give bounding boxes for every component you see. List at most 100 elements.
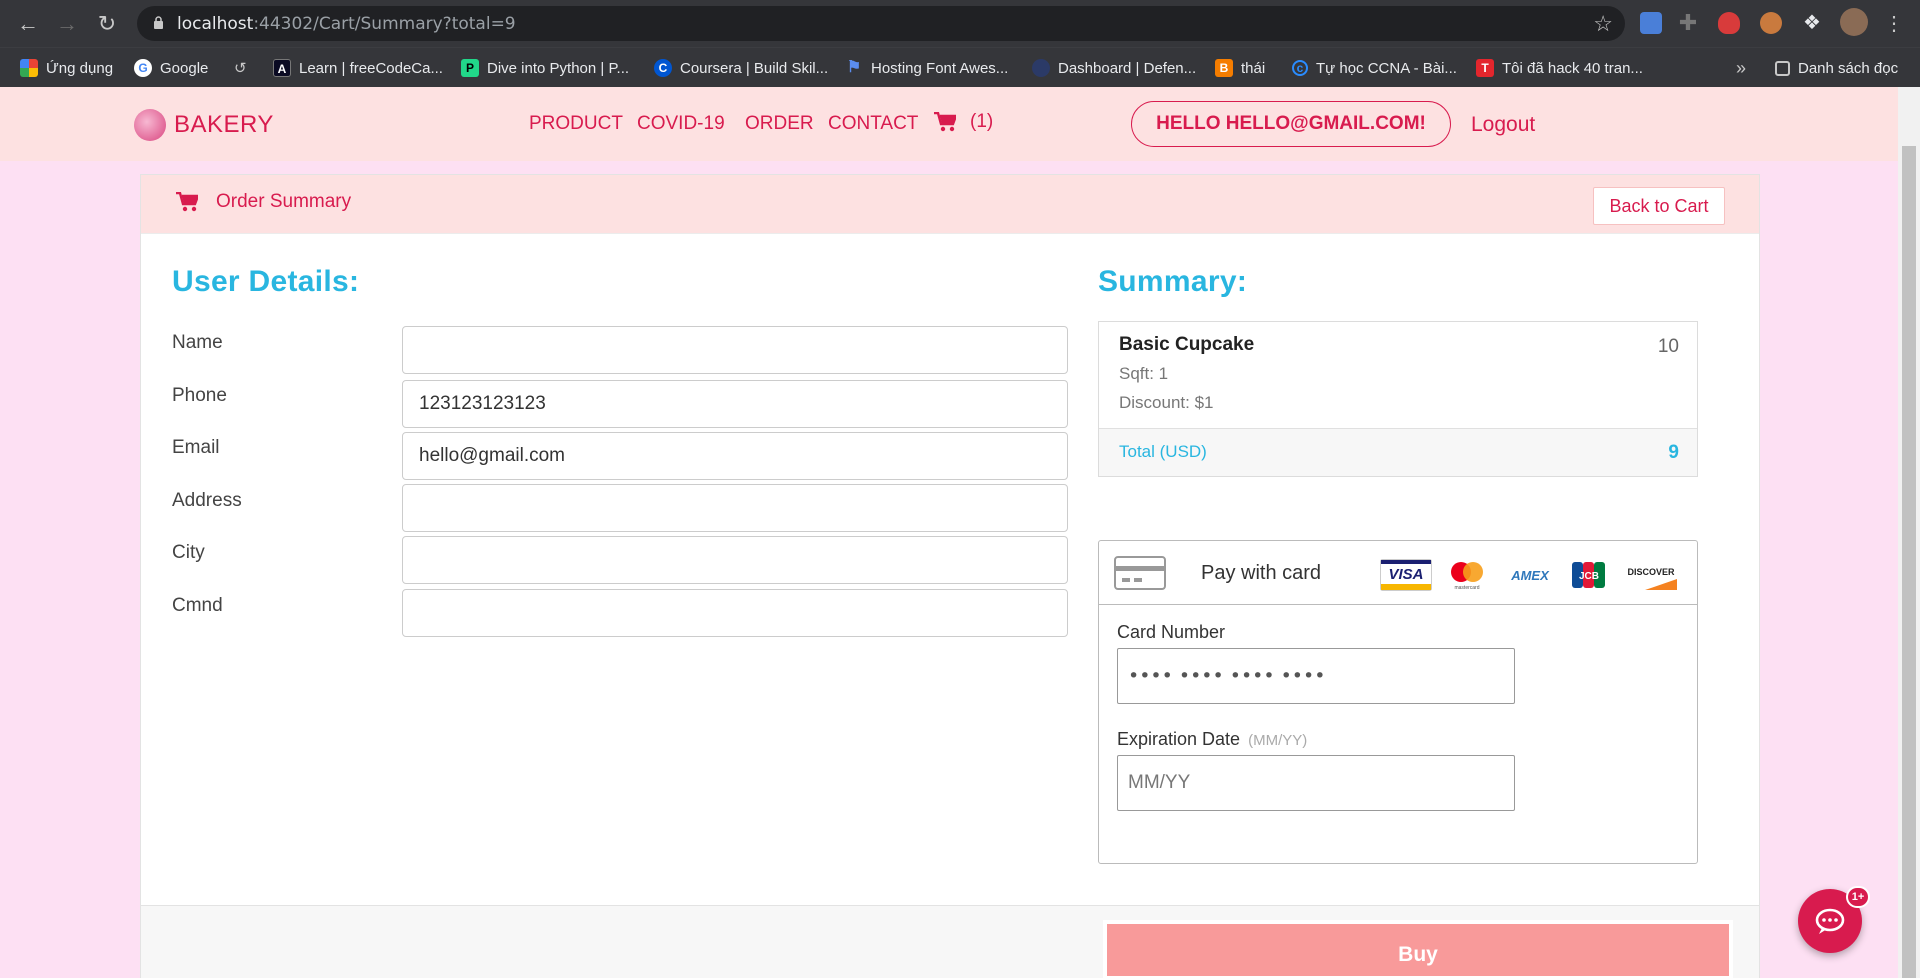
bookmark-dive-into-python[interactable]: P Dive into Python | P...	[461, 56, 629, 80]
reload-icon[interactable]: ↻	[93, 10, 121, 38]
order-summary-card: Order Summary Back to Cart User Details:…	[140, 174, 1760, 978]
item-discount: Discount: $1	[1119, 393, 1214, 412]
move-icon[interactable]: ✚	[1677, 12, 1699, 34]
discover-logo-text: DISCOVER	[1627, 567, 1675, 577]
address-field[interactable]	[402, 484, 1068, 532]
pay-with-card-title: Pay with card	[1201, 562, 1322, 584]
email-label: Email	[172, 437, 220, 458]
payment-header: Pay with card VISA mastercard AMEX JCB D…	[1099, 541, 1697, 605]
total-row: Total (USD) 9	[1099, 428, 1697, 476]
bookmark-google[interactable]: G Google	[134, 56, 208, 80]
jcb-logo-text: JCB	[1579, 571, 1599, 582]
order-summary-title: Order Summary	[176, 191, 351, 213]
lock-icon	[154, 16, 163, 29]
brand-link[interactable]: BAKERY	[134, 109, 274, 141]
reading-list[interactable]: Danh sách đọc	[1775, 56, 1898, 80]
shield-extension-icon[interactable]	[1718, 12, 1740, 34]
nav-cart[interactable]: (1)	[934, 111, 993, 133]
bookmark-apps[interactable]: Ứng dụng	[20, 56, 113, 80]
site-navbar: BAKERY PRODUCT COVID-19 ORDER CONTACT (1…	[0, 87, 1898, 161]
translate-icon[interactable]	[1640, 12, 1662, 34]
total-label: Total (USD)	[1119, 442, 1207, 461]
more-bookmarks-icon[interactable]: »	[1736, 56, 1746, 80]
extensions-puzzle-icon[interactable]: ❖	[1801, 12, 1823, 34]
bookmark-font-awesome[interactable]: ⚑ Hosting Font Awes...	[845, 56, 1008, 80]
brand-name: BAKERY	[174, 111, 274, 138]
cart-count: (1)	[970, 111, 994, 132]
bookmark-thai[interactable]: B thái	[1215, 56, 1265, 80]
discover-logo-icon: DISCOVER	[1627, 567, 1677, 590]
reading-list-icon	[1775, 60, 1790, 76]
search-circle-icon: c	[1292, 60, 1308, 76]
profile-avatar[interactable]	[1840, 8, 1868, 36]
bookmark-coursera[interactable]: C Coursera | Build Skil...	[654, 56, 828, 80]
scrollbar-thumb[interactable]	[1902, 146, 1916, 978]
chat-badge: 1+	[1846, 886, 1870, 908]
url-text: localhost:44302/Cart/Summary?total=9	[177, 14, 516, 34]
freecodecamp-icon: A	[273, 59, 291, 77]
visa-logo-icon: VISA	[1380, 559, 1432, 591]
bookmark-hack[interactable]: T Tôi đã hack 40 tran...	[1476, 56, 1643, 80]
bookmark-freecodecamp[interactable]: A Learn | freeCodeCa...	[273, 56, 443, 80]
nav-contact[interactable]: CONTACT	[828, 113, 918, 135]
item-name: Basic Cupcake	[1119, 334, 1255, 355]
credit-card-icon	[1114, 556, 1166, 590]
summary-box: Basic Cupcake 10 Sqft: 1 Discount: $1 To…	[1098, 321, 1698, 477]
bookmark-star-icon[interactable]: ☆	[1593, 11, 1613, 37]
address-bar[interactable]: localhost:44302/Cart/Summary?total=9 ☆	[137, 6, 1625, 41]
amex-logo-icon: AMEX	[1510, 568, 1550, 583]
history-icon[interactable]: ↺	[234, 56, 247, 80]
card-number-label: Card Number	[1117, 622, 1226, 642]
flag-icon: ⚑	[846, 59, 862, 76]
city-field[interactable]	[402, 536, 1068, 584]
mastercard-logo-text: mastercard	[1454, 585, 1479, 591]
address-label: Address	[172, 490, 242, 511]
bookmark-ccna[interactable]: c Tự học CCNA - Bài...	[1292, 56, 1457, 80]
logout-link[interactable]: Logout	[1471, 113, 1535, 137]
payment-box: Pay with card VISA mastercard AMEX JCB D…	[1098, 540, 1698, 864]
buy-button[interactable]: Buy	[1103, 920, 1733, 978]
expiration-hint: (MM/YY)	[1248, 732, 1308, 749]
card-number-input[interactable]: •••• •••• •••• ••••	[1117, 648, 1515, 704]
apps-grid-icon	[20, 59, 38, 77]
item-sqft: Sqft: 1	[1119, 364, 1169, 383]
cart-icon	[176, 192, 198, 212]
cart-icon	[934, 112, 956, 132]
browser-toolbar: ← → ↻ localhost:44302/Cart/Summary?total…	[0, 0, 1920, 47]
email-field[interactable]: hello@gmail.com	[402, 432, 1068, 480]
total-value: 9	[1668, 442, 1679, 463]
back-to-cart-button[interactable]: Back to Cart	[1593, 187, 1725, 225]
nav-covid[interactable]: COVID-19	[637, 113, 725, 135]
globe-icon	[1032, 59, 1050, 77]
jcb-logo-icon: JCB	[1572, 562, 1605, 588]
pycharm-icon: P	[461, 59, 479, 77]
user-details-heading: User Details:	[172, 265, 360, 298]
back-arrow-icon[interactable]: ←	[14, 10, 42, 38]
blogger-icon: B	[1215, 59, 1233, 77]
nav-product[interactable]: PRODUCT	[529, 113, 623, 135]
amex-logo-text: AMEX	[1510, 568, 1550, 583]
expiration-date-input[interactable]: MM/YY	[1117, 755, 1515, 811]
phone-label: Phone	[172, 385, 227, 406]
phone-field[interactable]: 123123123123	[402, 380, 1068, 428]
city-label: City	[172, 542, 205, 563]
name-field[interactable]	[402, 326, 1068, 374]
user-greeting-button[interactable]: HELLO HELLO@GMAIL.COM!	[1131, 101, 1451, 147]
expiration-date-label: Expiration Date (MM/YY)	[1117, 729, 1308, 749]
bookmark-dashboard[interactable]: Dashboard | Defen...	[1032, 56, 1196, 80]
t-icon: T	[1476, 59, 1494, 77]
cmnd-label: Cmnd	[172, 595, 223, 616]
name-label: Name	[172, 332, 223, 353]
google-icon: G	[134, 59, 152, 77]
bookmarks-bar: Ứng dụng G Google ↺ A Learn | freeCodeCa…	[0, 47, 1920, 87]
mastercard-logo-icon: mastercard	[1451, 562, 1483, 591]
menu-kebab-icon[interactable]: ⋮	[1880, 10, 1908, 38]
nav-order[interactable]: ORDER	[745, 113, 814, 135]
cookie-extension-icon[interactable]	[1760, 12, 1782, 34]
visa-logo-text: VISA	[1388, 566, 1423, 583]
coursera-icon: C	[654, 59, 672, 77]
item-quantity: 10	[1657, 336, 1679, 357]
bakery-logo	[134, 109, 166, 141]
cmnd-field[interactable]	[402, 589, 1068, 637]
forward-arrow-icon[interactable]: →	[53, 10, 81, 38]
